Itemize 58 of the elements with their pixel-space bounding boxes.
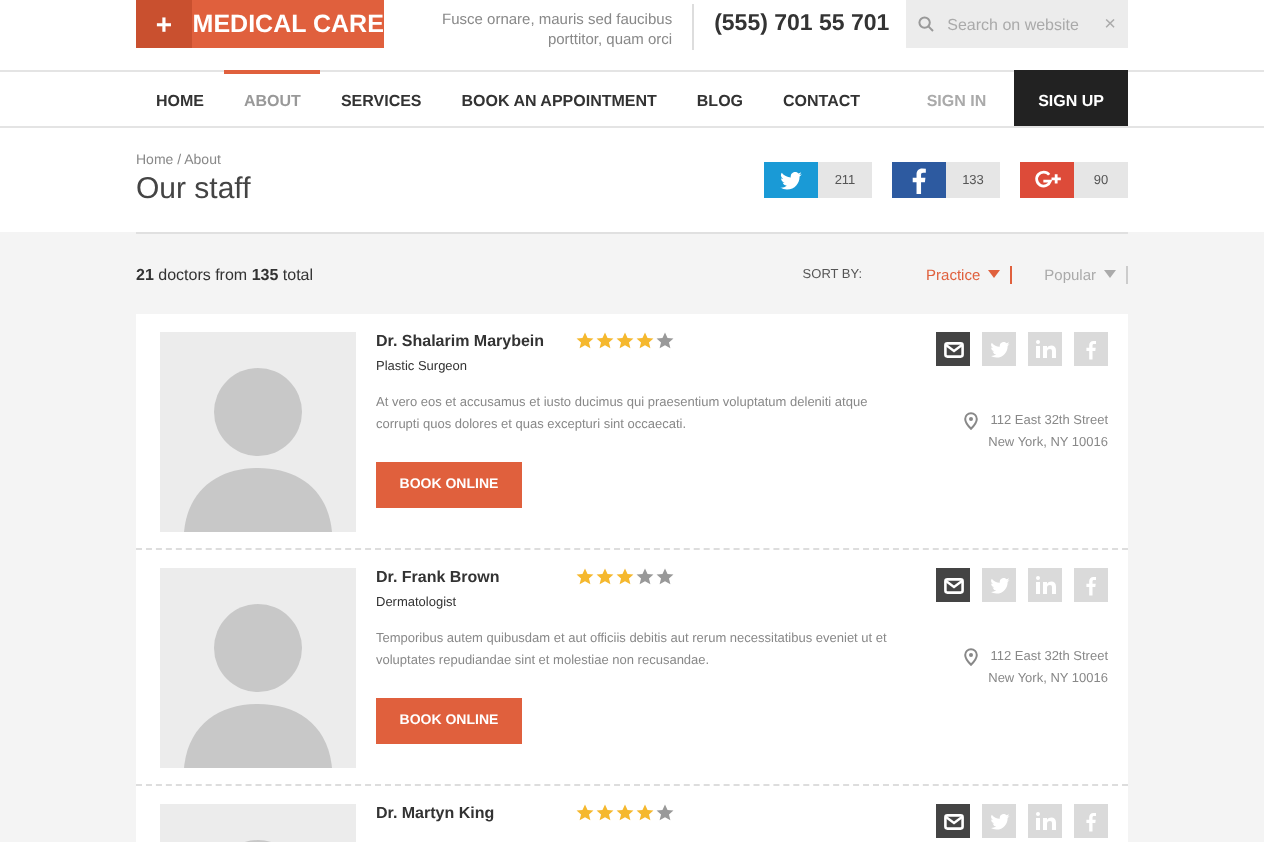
envelope-icon	[943, 341, 963, 357]
star-icon	[656, 332, 674, 350]
facebook-button[interactable]	[1074, 332, 1108, 366]
star-icon	[616, 804, 634, 822]
bird-icon	[989, 813, 1009, 829]
nav-link[interactable]: SERVICES	[320, 70, 442, 126]
logo[interactable]: + MEDICAL CARE	[136, 0, 385, 48]
doctor-name: Dr. Shalarim Marybein	[376, 332, 547, 350]
email-button[interactable]	[936, 568, 970, 602]
location-pin-icon	[964, 648, 979, 666]
star-icon	[576, 332, 594, 350]
in-letters-icon	[1035, 812, 1055, 830]
search-icon	[917, 16, 934, 32]
linkedin-button[interactable]	[1028, 568, 1062, 602]
star-icon	[596, 332, 614, 350]
page-title: Our staff	[136, 172, 251, 206]
f-letter-icon	[1086, 575, 1096, 595]
twitter-button[interactable]	[982, 804, 1016, 838]
star-icon	[636, 804, 654, 822]
envelope-icon	[943, 577, 963, 593]
star-icon	[596, 804, 614, 822]
phone-number: (555) 701 55 701	[714, 12, 892, 36]
in-letters-icon	[1035, 340, 1055, 358]
location-pin-icon	[964, 412, 979, 430]
bird-icon	[780, 171, 802, 189]
email-button[interactable]	[936, 332, 970, 366]
star-icon	[656, 804, 674, 822]
nav-link[interactable]: BLOG	[676, 70, 764, 126]
star-icon	[636, 332, 654, 350]
nav-link[interactable]: HOME	[136, 70, 224, 126]
star-icon	[616, 568, 634, 586]
f-letter-icon	[1086, 339, 1096, 359]
twitter-button[interactable]	[982, 568, 1016, 602]
sign-up-button[interactable]: SIGN UP	[1014, 70, 1128, 126]
results-summary: 21 doctors from 135 total	[136, 265, 314, 283]
facebook-button[interactable]	[1074, 804, 1108, 838]
bird-icon	[989, 577, 1009, 593]
star-icon	[656, 568, 674, 586]
nav-link[interactable]: CONTACT	[763, 70, 881, 126]
doctor-name: Dr. Frank Brown	[376, 568, 502, 586]
bird-icon	[989, 341, 1009, 357]
linkedin-button[interactable]	[1028, 804, 1062, 838]
facebook-button[interactable]	[1074, 568, 1108, 602]
star-icon	[616, 332, 634, 350]
nav-link[interactable]: BOOK AN APPOINTMENT	[441, 70, 677, 126]
star-icon	[576, 568, 594, 586]
f-letter-icon	[1086, 811, 1096, 831]
doctor-name: Dr. Martyn King	[376, 804, 497, 822]
email-button[interactable]	[936, 804, 970, 838]
star-icon	[576, 804, 594, 822]
g-plus-icon	[1033, 168, 1061, 192]
envelope-icon	[943, 813, 963, 829]
linkedin-button[interactable]	[1028, 332, 1062, 366]
twitter-button[interactable]	[982, 332, 1016, 366]
star-icon	[636, 568, 654, 586]
in-letters-icon	[1035, 576, 1055, 594]
f-letter-icon	[912, 167, 926, 193]
star-icon	[596, 568, 614, 586]
